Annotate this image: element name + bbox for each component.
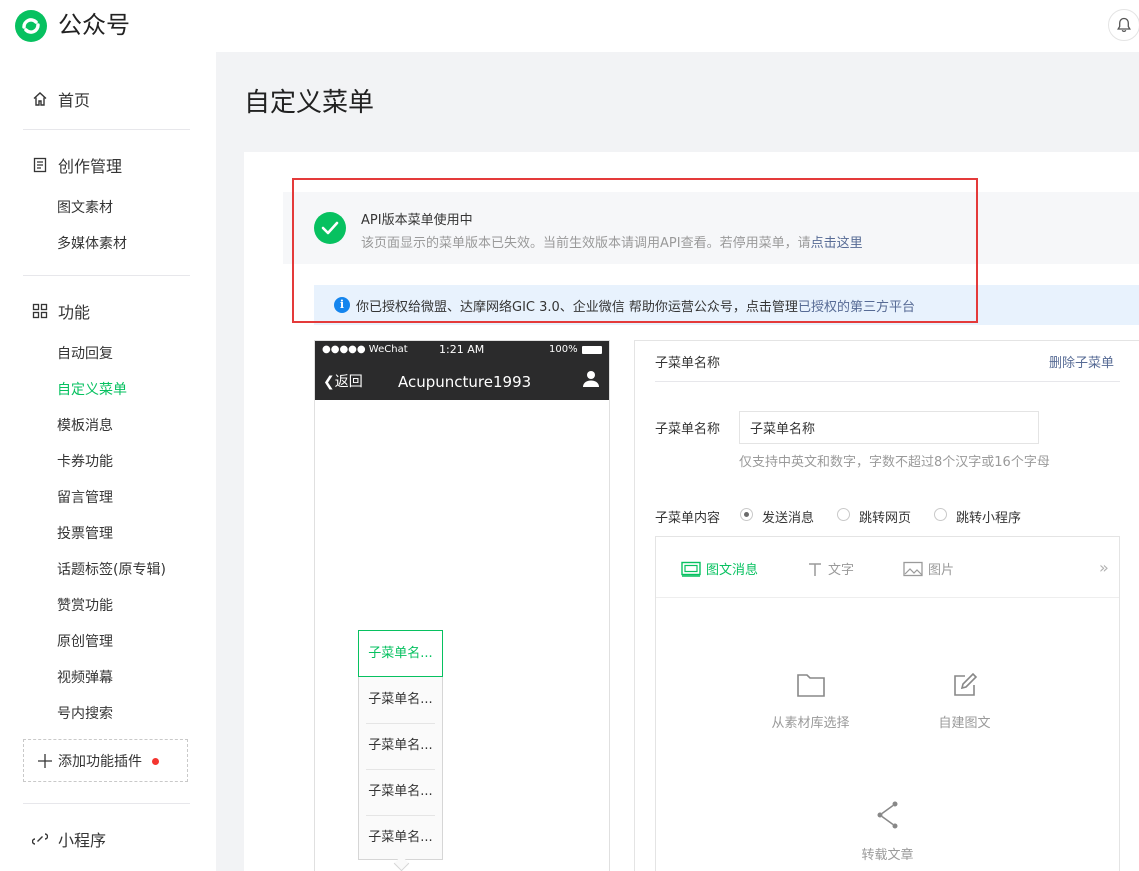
sidebar-item-topic-tags[interactable]: 话题标签(原专辑) — [57, 559, 166, 579]
chevron-left-icon: ❮ — [323, 374, 335, 390]
divider — [23, 803, 190, 804]
nav-home-label: 首页 — [58, 91, 91, 110]
divider — [23, 129, 190, 130]
sidebar-item-votes[interactable]: 投票管理 — [57, 523, 113, 543]
text-icon — [809, 562, 821, 576]
name-label: 子菜单名称 — [655, 422, 721, 437]
add-plugin-button[interactable]: 添加功能插件 — [23, 739, 188, 782]
highlight-box — [292, 178, 978, 323]
content-label: 子菜单内容 — [655, 511, 721, 526]
nav-mini-program[interactable]: 小程序 — [32, 827, 106, 851]
sidebar-item-coupons[interactable]: 卡券功能 — [57, 451, 113, 471]
radio-label: 发送消息 — [762, 511, 815, 526]
home-icon — [33, 92, 47, 106]
battery-icon — [582, 346, 602, 354]
delete-submenu-link[interactable]: 删除子菜单 — [1049, 352, 1114, 371]
sidebar-item-search[interactable]: 号内搜索 — [57, 703, 113, 723]
submenu-item[interactable]: 子菜单名... — [359, 815, 442, 861]
submenu-item[interactable]: 子菜单名... — [358, 630, 443, 677]
phone-time: 1:21 AM — [439, 343, 485, 356]
tab-image[interactable]: 图片 — [903, 559, 954, 578]
tab-text[interactable]: 文字 — [807, 559, 854, 578]
divider — [655, 381, 1120, 382]
repost-article-button[interactable]: 转载文章 — [859, 800, 916, 863]
phone-account-name: Acupuncture1993 — [398, 373, 532, 391]
mini-program-icon — [32, 833, 48, 845]
create-article-button[interactable]: 自建图文 — [936, 672, 993, 731]
submenu-item[interactable]: 子菜单名... — [359, 723, 442, 769]
notification-bell-icon[interactable] — [1108, 9, 1139, 41]
radio-jump-web[interactable] — [837, 508, 850, 521]
phone-back: ❮返回 — [323, 374, 363, 390]
share-icon — [877, 801, 897, 829]
nav-creation-label: 创作管理 — [58, 157, 123, 176]
sidebar-item-template-message[interactable]: 模板消息 — [57, 415, 113, 435]
edit-icon — [953, 672, 977, 696]
grid-icon — [32, 303, 48, 319]
nav-features-label: 功能 — [58, 303, 91, 322]
radio-label: 跳转小程序 — [956, 511, 1022, 526]
sidebar-item-original[interactable]: 原创管理 — [57, 631, 113, 651]
select-from-library-button[interactable]: 从素材库选择 — [768, 672, 853, 731]
nav-features[interactable]: 功能 — [32, 299, 90, 323]
brand-name: 公众号 — [58, 11, 130, 39]
sidebar-item-reward[interactable]: 赞赏功能 — [57, 595, 113, 615]
page-title: 自定义菜单 — [244, 88, 375, 118]
nav-creation[interactable]: 创作管理 — [32, 153, 122, 177]
submenu-item[interactable]: 子菜单名... — [359, 677, 442, 723]
divider — [23, 275, 190, 276]
nav-mini-program-label: 小程序 — [58, 831, 107, 850]
name-hint: 仅支持中英文和数字，字数不超过8个汉字或16个字母 — [739, 455, 1050, 470]
sidebar-item-comments[interactable]: 留言管理 — [57, 487, 113, 507]
radio-send-message[interactable] — [740, 508, 753, 521]
editor-title: 子菜单名称 — [655, 356, 721, 371]
image-icon — [903, 561, 923, 576]
tab-article[interactable]: 图文消息 — [681, 559, 758, 578]
phone-carrier: ●●●●● WeChat — [322, 344, 408, 355]
nav-home[interactable]: 首页 — [32, 87, 90, 111]
radio-jump-mini-program[interactable] — [934, 508, 947, 521]
wechat-official-account-logo[interactable] — [14, 9, 48, 43]
more-tabs-icon[interactable]: » — [1099, 558, 1109, 577]
sidebar-item-custom-menu[interactable]: 自定义菜单 — [57, 379, 127, 399]
document-icon — [33, 157, 47, 173]
phone-battery: 100% — [549, 344, 578, 355]
radio-label: 跳转网页 — [859, 511, 912, 526]
plus-icon — [38, 754, 52, 768]
sidebar-item-danmaku[interactable]: 视频弹幕 — [57, 667, 113, 687]
top-bar — [0, 0, 1139, 52]
submenu-item[interactable]: 子菜单名... — [359, 769, 442, 815]
red-dot-badge — [152, 757, 159, 765]
article-icon — [681, 561, 701, 577]
sidebar-item-media[interactable]: 多媒体素材 — [57, 233, 127, 253]
sidebar-item-articles[interactable]: 图文素材 — [57, 197, 113, 217]
folder-icon — [796, 674, 825, 697]
add-plugin-label: 添加功能插件 — [58, 754, 142, 770]
sidebar-item-auto-reply[interactable]: 自动回复 — [57, 343, 113, 363]
submenu-name-input[interactable] — [739, 411, 1039, 444]
user-icon — [583, 371, 599, 387]
